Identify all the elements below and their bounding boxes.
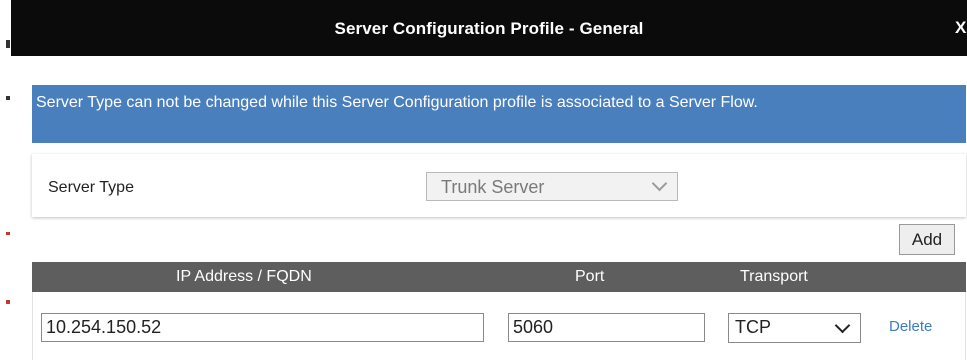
server-type-select[interactable]: Trunk Server (426, 172, 678, 201)
ip-address-input[interactable]: 10.254.150.52 (41, 313, 484, 342)
add-button[interactable]: Add (899, 224, 955, 255)
background-mark (6, 232, 10, 235)
column-header-port: Port (575, 268, 605, 285)
dialog-title-bar: Server Configuration Profile - General X (11, 0, 967, 56)
page: Server Configuration Profile - General X… (0, 0, 967, 360)
port-input[interactable]: 5060 (508, 313, 705, 342)
chevron-down-icon (651, 175, 668, 192)
chevron-down-icon (834, 317, 851, 334)
server-configuration-dialog: Server Configuration Profile - General X… (11, 0, 967, 360)
background-mark (6, 300, 10, 304)
table-header: IP Address / FQDN Port Transport (32, 262, 966, 292)
transport-select[interactable]: TCP (728, 313, 861, 343)
background-mark (6, 40, 10, 48)
dialog-title: Server Configuration Profile - General (334, 19, 644, 38)
server-type-value: Trunk Server (441, 177, 545, 197)
server-type-label: Server Type (48, 179, 134, 196)
column-header-transport: Transport (740, 268, 808, 285)
info-banner-text: Server Type can not be changed while thi… (36, 94, 758, 111)
table-row: 10.254.150.52 5060 TCP Delete (32, 292, 966, 360)
close-icon[interactable]: X (955, 18, 967, 38)
transport-value: TCP (735, 317, 771, 337)
background-mark (6, 96, 10, 100)
delete-link[interactable]: Delete (889, 318, 932, 335)
server-type-panel: Server Type Trunk Server (32, 154, 966, 217)
background-edge (0, 0, 11, 360)
info-banner: Server Type can not be changed while thi… (32, 85, 966, 143)
column-header-ip-address: IP Address / FQDN (176, 268, 312, 285)
